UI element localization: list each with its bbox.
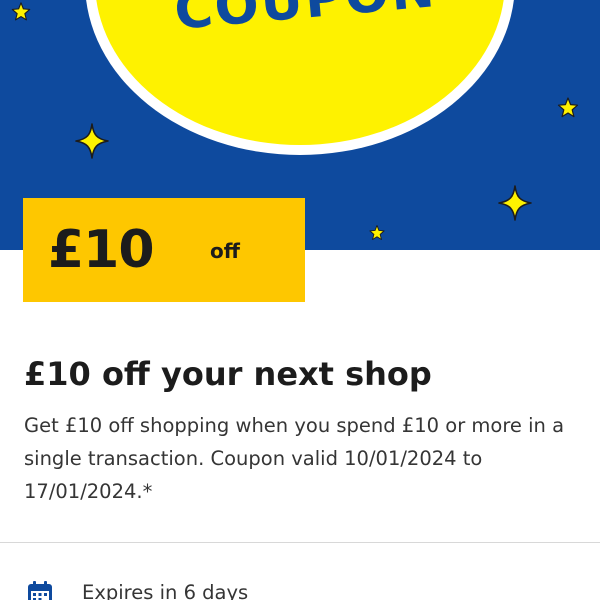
sparkle-icon — [498, 185, 532, 221]
coupon-description: Get £10 off shopping when you spend £10 … — [24, 414, 565, 503]
expiry-row: Expires in 6 days — [24, 575, 584, 600]
discount-suffix: off — [210, 239, 240, 263]
section-divider — [0, 542, 600, 543]
coupon-title: £10 off your next shop — [24, 355, 432, 393]
sparkle-icon — [75, 123, 109, 159]
discount-amount: £10 — [48, 220, 155, 280]
expiry-text: Expires in 6 days — [82, 581, 249, 600]
star-icon — [11, 2, 31, 21]
price-tag: £10 off — [23, 198, 305, 302]
calendar-icon — [28, 581, 52, 600]
star-icon — [557, 97, 579, 118]
star-icon — [369, 225, 385, 240]
